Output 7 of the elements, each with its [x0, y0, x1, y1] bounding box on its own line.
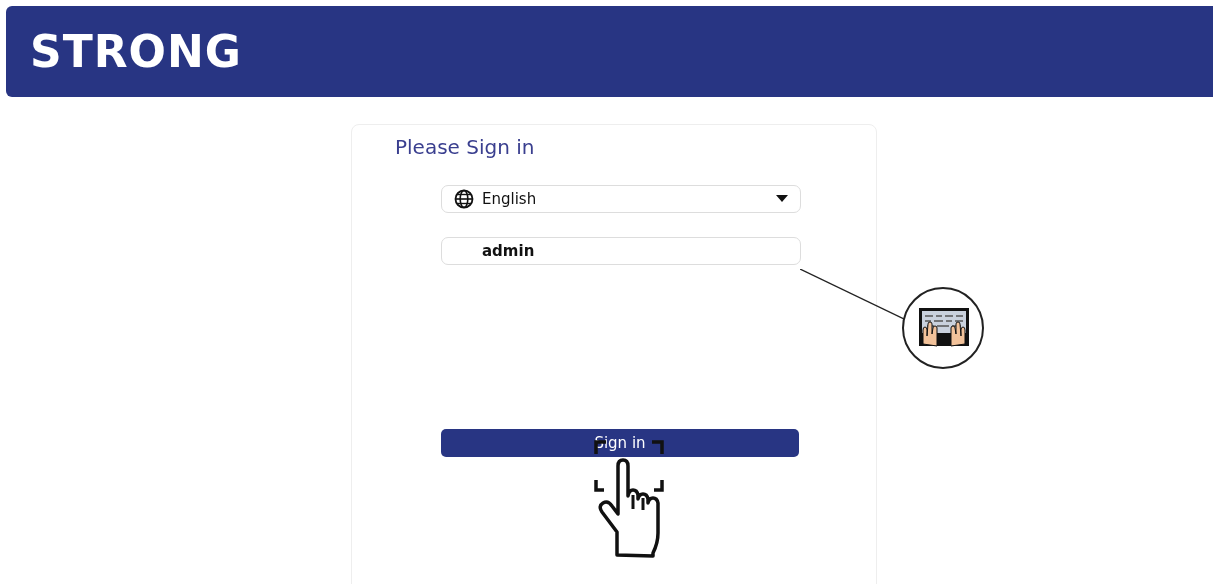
typing-keyboard-icon	[901, 286, 985, 370]
login-title: Please Sign in	[395, 135, 536, 159]
globe-icon	[454, 189, 474, 209]
caret-icon	[776, 195, 788, 203]
username-field[interactable]: admin	[441, 237, 801, 265]
language-dropdown[interactable]: English	[441, 185, 801, 213]
logo: STRONG	[30, 26, 242, 77]
